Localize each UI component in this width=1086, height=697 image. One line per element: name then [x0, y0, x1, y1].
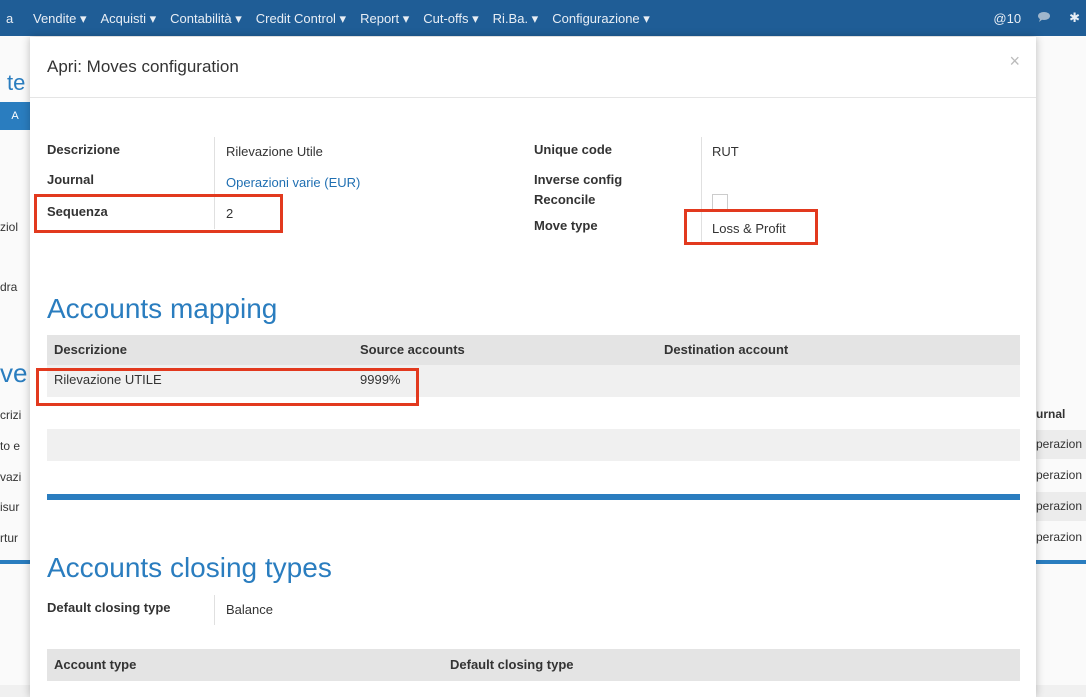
- journal-link[interactable]: Operazioni varie (EUR): [226, 174, 360, 192]
- empty-table-row: [47, 429, 1020, 461]
- bg-text: isur: [0, 500, 20, 514]
- unique-code-value: RUT: [712, 144, 739, 159]
- bg-journal-header: urnal: [1036, 407, 1066, 421]
- topbar-right: @10 ✱: [993, 10, 1080, 26]
- descrizione-value: Rilevazione Utile: [226, 144, 323, 159]
- menu-report[interactable]: Report ▾: [360, 11, 409, 27]
- accounts-mapping-heading: Accounts mapping: [47, 293, 278, 324]
- menu-vendite[interactable]: Vendite ▾: [33, 11, 87, 27]
- bg-button-fragment[interactable]: A: [0, 102, 30, 130]
- inverse-config-label: Inverse config: [534, 172, 623, 187]
- column-header-descrizione[interactable]: Descrizione: [54, 342, 127, 357]
- close-icon[interactable]: ×: [1009, 51, 1020, 72]
- bg-journal-cell: perazion: [1036, 430, 1086, 459]
- extra-icon[interactable]: ✱: [1069, 10, 1080, 26]
- bg-journal-cell: perazion: [1036, 492, 1086, 521]
- move-type-label: Move type: [534, 218, 598, 233]
- closing-types-table: Account type Default closing type: [47, 649, 1020, 685]
- descrizione-label: Descrizione: [47, 142, 120, 157]
- bg-title-fragment: j te: [0, 70, 26, 95]
- moves-configuration-dialog: Apri: Moves configuration × Descrizione …: [30, 37, 1036, 697]
- menu-cut-offs[interactable]: Cut-offs ▾: [423, 11, 478, 27]
- main-menu: Vendite ▾ Acquisti ▾ Contabilità ▾ Credi…: [33, 11, 650, 27]
- move-type-highlight-box: [684, 209, 818, 245]
- column-header-account-type[interactable]: Account type: [54, 657, 136, 672]
- menu-fragment[interactable]: a: [6, 11, 13, 26]
- notifications-counter[interactable]: @10: [993, 11, 1021, 26]
- menu-configurazione[interactable]: Configurazione ▾: [552, 11, 650, 27]
- sequenza-highlight-box: [34, 194, 283, 233]
- journal-label: Journal: [47, 172, 94, 187]
- bg-text: crizi: [0, 408, 22, 422]
- menu-riba[interactable]: Ri.Ba. ▾: [493, 11, 539, 27]
- bg-text: ziol: [0, 220, 19, 234]
- inverse-config-checkbox[interactable]: [712, 194, 728, 210]
- dialog-title: Apri: Moves configuration: [47, 57, 239, 76]
- bg-text: rtur: [0, 531, 18, 545]
- unique-code-label: Unique code: [534, 142, 613, 157]
- dialog-header: Apri: Moves configuration ×: [30, 37, 1036, 98]
- table-header: Descrizione Source accounts Destination …: [47, 335, 1020, 365]
- top-navbar: a Vendite ▾ Acquisti ▾ Contabilità ▾ Cre…: [0, 0, 1086, 36]
- default-closing-type-value: Balance: [226, 602, 273, 617]
- background-left-strip: j te A ziol dra ve crizi to e vazi isur …: [0, 36, 30, 685]
- bg-text: vazi: [0, 470, 22, 484]
- bg-text: to e: [0, 439, 21, 453]
- bg-journal-cell: perazion: [1036, 530, 1083, 544]
- menu-credit-control[interactable]: Credit Control ▾: [256, 11, 346, 27]
- bg-journal-cell: perazion: [1036, 468, 1083, 482]
- mapping-row-highlight-box: [36, 368, 419, 406]
- accounts-closing-types-heading: Accounts closing types: [47, 552, 332, 583]
- menu-acquisti[interactable]: Acquisti ▾: [101, 11, 157, 27]
- field-separator: [214, 595, 215, 625]
- bg-divider: [0, 560, 30, 564]
- column-header-destination-account[interactable]: Destination account: [664, 342, 788, 357]
- bg-heading-fragment: ve: [0, 358, 28, 388]
- bg-text: dra: [0, 280, 18, 294]
- background-right-strip: urnal perazion perazion perazion perazio…: [1036, 36, 1086, 685]
- chat-icon[interactable]: [1037, 11, 1053, 26]
- default-closing-type-label: Default closing type: [47, 600, 171, 615]
- table-header: Account type Default closing type: [47, 649, 1020, 681]
- menu-contabilita[interactable]: Contabilità ▾: [170, 11, 242, 27]
- column-header-source-accounts[interactable]: Source accounts: [360, 342, 465, 357]
- section-divider: [47, 494, 1020, 500]
- column-header-default-closing-type[interactable]: Default closing type: [450, 657, 574, 672]
- inverse-reconcile-label: Reconcile: [534, 192, 596, 207]
- bg-divider: [1036, 560, 1086, 564]
